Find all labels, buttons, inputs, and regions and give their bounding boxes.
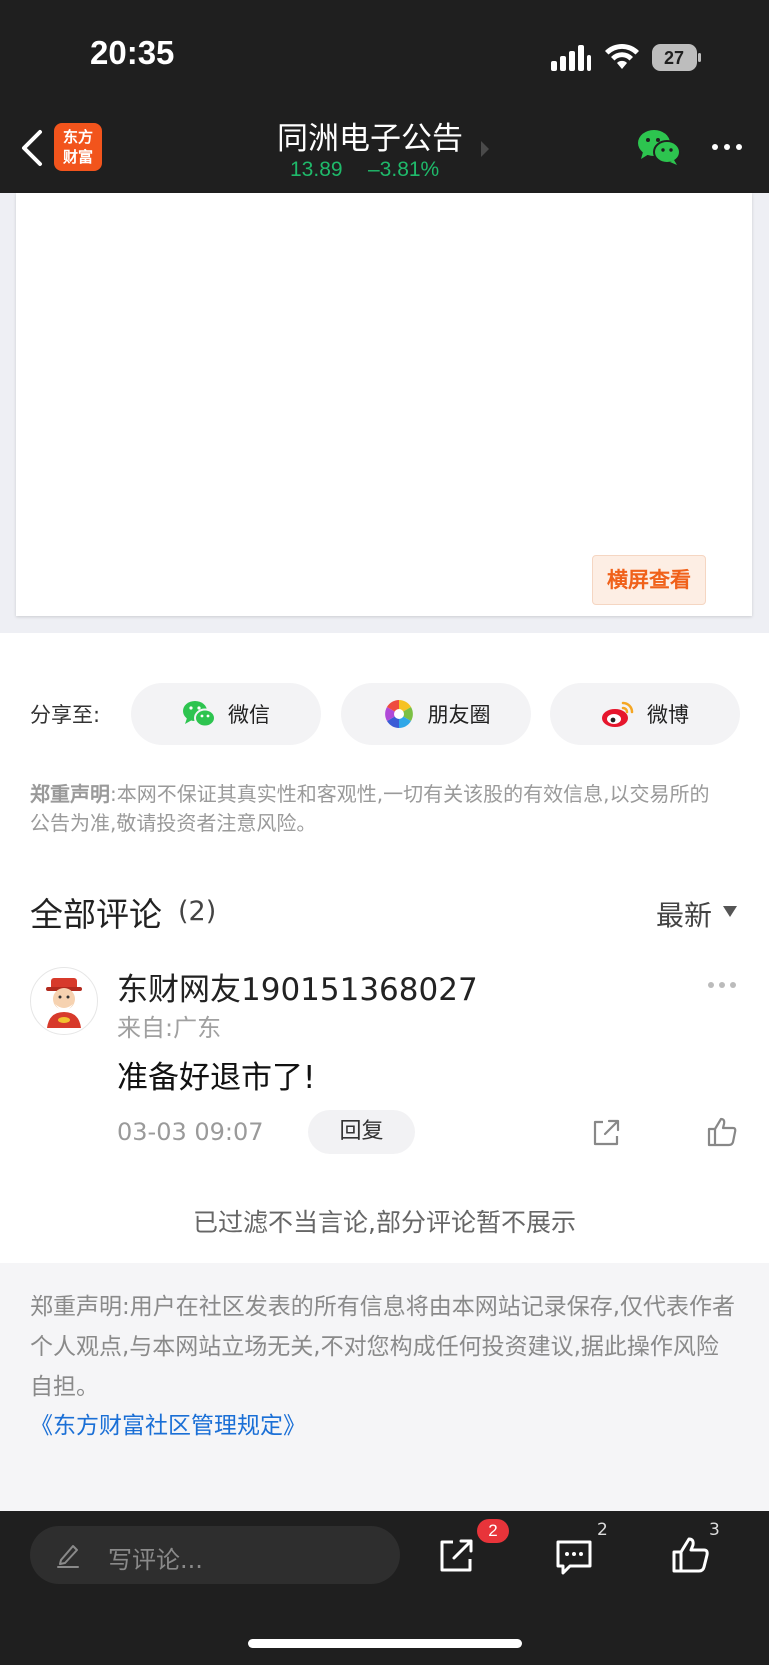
like-count: 3 (709, 1520, 720, 1540)
comments-title: 全部评论 (30, 895, 162, 934)
wechat-icon (183, 701, 216, 728)
back-icon[interactable] (18, 128, 46, 168)
stock-change: –3.81% (368, 158, 440, 181)
comment-text: 准备好退市了! (117, 1060, 316, 1096)
share-weibo-button[interactable]: 微博 (550, 683, 740, 745)
signal-icon (551, 45, 591, 71)
share-weibo-label: 微博 (647, 703, 689, 727)
comment-input[interactable] (30, 1526, 400, 1584)
wechat-share-icon[interactable] (637, 128, 681, 166)
announcement-disclaimer: 郑重声明:本网不保证其真实性和客观性,一切有关该股的有效信息,以交易所的公告为准… (30, 780, 720, 838)
reply-button[interactable]: 回复 (308, 1110, 415, 1154)
weibo-icon (602, 701, 634, 727)
chevron-down-icon[interactable] (723, 906, 737, 917)
share-count-badge: 2 (477, 1519, 509, 1543)
avatar[interactable] (30, 967, 98, 1035)
wifi-icon (605, 43, 639, 69)
comment-more-icon[interactable] (707, 981, 737, 989)
share-icon[interactable] (437, 1537, 475, 1575)
battery-icon: 27 (652, 44, 702, 71)
pencil-icon (57, 1545, 79, 1568)
comments-count: (2) (178, 896, 217, 927)
disclaimer-text: :本网不保证其真实性和客观性,一切有关该股的有效信息,以交易所的公告为准,敬请投… (30, 782, 710, 835)
community-rules-link[interactable]: 《东方财富社区管理规定》 (30, 1406, 306, 1440)
announcement-viewer[interactable] (16, 193, 752, 616)
more-icon[interactable] (710, 137, 744, 157)
share-wechat-label: 微信 (228, 703, 270, 727)
landscape-view-button[interactable]: 横屏查看 (592, 555, 706, 605)
home-indicator[interactable] (248, 1639, 522, 1648)
battery-level: 27 (664, 48, 684, 68)
comment-time: 03-03 09:07 (117, 1118, 264, 1146)
comment-username[interactable]: 东财网友190151368027 (117, 964, 478, 1009)
like-icon[interactable] (670, 1535, 710, 1575)
share-wechat-button[interactable]: 微信 (131, 683, 321, 745)
app-logo[interactable]: 东方 财富 (54, 123, 102, 171)
logo-line-2: 财富 (62, 148, 93, 166)
page-title: 同洲电子公告 (277, 121, 463, 157)
comment-like-icon[interactable] (706, 1116, 738, 1148)
god-of-wealth-avatar-icon (46, 978, 82, 1028)
sort-dropdown[interactable]: 最新 (656, 894, 712, 934)
share-label: 分享至: (30, 703, 101, 727)
share-moments-button[interactable]: 朋友圈 (341, 683, 531, 745)
moments-icon (384, 700, 413, 728)
stock-price: 13.89 (290, 158, 343, 181)
share-moments-label: 朋友圈 (427, 703, 491, 727)
comment-share-icon[interactable] (591, 1118, 621, 1148)
comment-count: 2 (597, 1520, 608, 1540)
comment-input-placeholder[interactable]: 写评论... (108, 1540, 203, 1575)
status-time: 20:35 (90, 34, 175, 71)
comment-icon[interactable] (554, 1538, 594, 1576)
logo-line-1: 东方 (62, 128, 93, 146)
filtered-note: 已过滤不当言论,部分评论暂不展示 (193, 1208, 576, 1237)
disclaimer-heading: 郑重声明 (30, 782, 110, 806)
comment-location: 来自:广东 (117, 1014, 222, 1042)
caret-right-icon[interactable] (481, 141, 489, 157)
community-disclaimer: 郑重声明:用户在社区发表的所有信息将由本网站记录保存,仅代表作者个人观点,与本网… (30, 1294, 736, 1400)
